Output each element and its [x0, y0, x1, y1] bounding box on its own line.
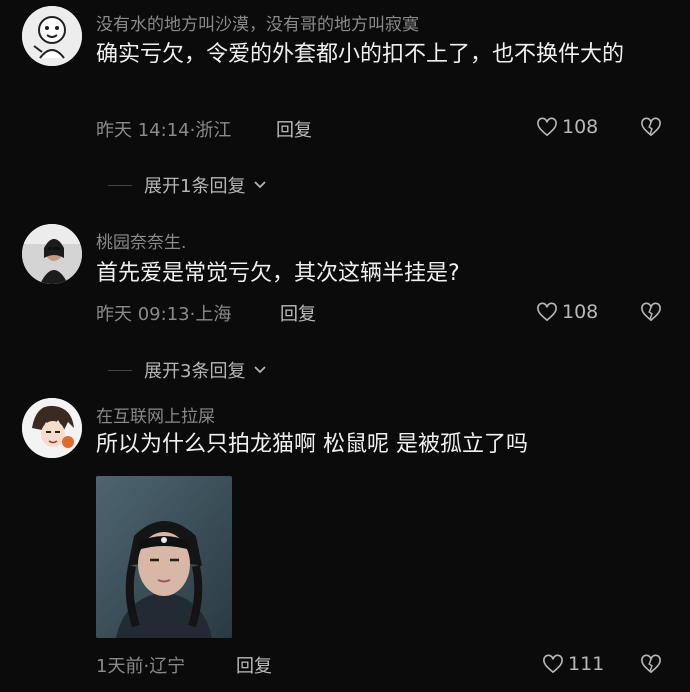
- dislike-button[interactable]: [640, 117, 662, 141]
- comment-meta: 昨天 14:14·浙江: [96, 116, 231, 142]
- heart-outline-icon: [537, 302, 557, 322]
- heart-outline-icon: [543, 654, 563, 674]
- comment-text: 所以为什么只拍龙猫啊 松鼠呢 是被孤立了吗: [96, 432, 528, 457]
- like-count: 108: [562, 301, 599, 323]
- divider-line: [108, 184, 132, 186]
- avatar[interactable]: [22, 398, 82, 458]
- attached-image[interactable]: [96, 476, 232, 638]
- dislike-button[interactable]: [640, 302, 662, 326]
- comment-text: 确实亏欠，令爱的外套都小的扣不上了，也不换件大的: [96, 42, 625, 67]
- dislike-button[interactable]: [640, 654, 662, 678]
- comment-meta: 昨天 09:13·上海: [96, 300, 231, 326]
- like-button[interactable]: 108: [536, 116, 598, 138]
- broken-heart-icon: [641, 654, 661, 674]
- like-button[interactable]: 111: [542, 653, 604, 675]
- like-count: 111: [568, 653, 605, 675]
- comment-location: 辽宁: [149, 656, 186, 677]
- comment-time: 昨天 09:13: [96, 304, 190, 325]
- comment-meta: 1天前·辽宁: [96, 652, 185, 678]
- avatar[interactable]: [22, 6, 82, 66]
- photo-avatar-icon: [22, 224, 82, 284]
- reply-button[interactable]: 回复: [236, 652, 272, 678]
- expand-replies-button[interactable]: 展开3条回复: [108, 357, 267, 383]
- username[interactable]: 桃园奈奈生.: [96, 228, 186, 253]
- heart-outline-icon: [537, 117, 557, 137]
- broken-heart-icon: [641, 302, 661, 322]
- broken-heart-icon: [641, 117, 661, 137]
- username[interactable]: 没有水的地方叫沙漠，没有哥的地方叫寂寞: [96, 10, 419, 35]
- avatar[interactable]: [22, 224, 82, 284]
- chevron-down-icon: [254, 181, 267, 189]
- comment-location: 浙江: [195, 120, 232, 141]
- portrait-image-icon: [96, 476, 232, 638]
- chevron-down-icon: [254, 366, 267, 374]
- cartoon-avatar-icon: [22, 6, 82, 66]
- expand-label: 展开1条回复: [144, 176, 246, 197]
- comment-time: 昨天 14:14: [96, 120, 190, 141]
- expand-label: 展开3条回复: [144, 361, 246, 382]
- like-button[interactable]: 108: [536, 301, 598, 323]
- reply-button[interactable]: 回复: [276, 116, 312, 142]
- expand-replies-button[interactable]: 展开1条回复: [108, 172, 267, 198]
- like-count: 108: [562, 116, 599, 138]
- anime-avatar-icon: [22, 398, 82, 458]
- reply-button[interactable]: 回复: [280, 300, 316, 326]
- comment-text: 首先爱是常觉亏欠，其次这辆半挂是?: [96, 261, 460, 286]
- comment-time: 1天前: [96, 656, 144, 677]
- comment-location: 上海: [195, 304, 232, 325]
- username[interactable]: 在互联网上拉屎: [96, 402, 215, 427]
- divider-line: [108, 369, 132, 371]
